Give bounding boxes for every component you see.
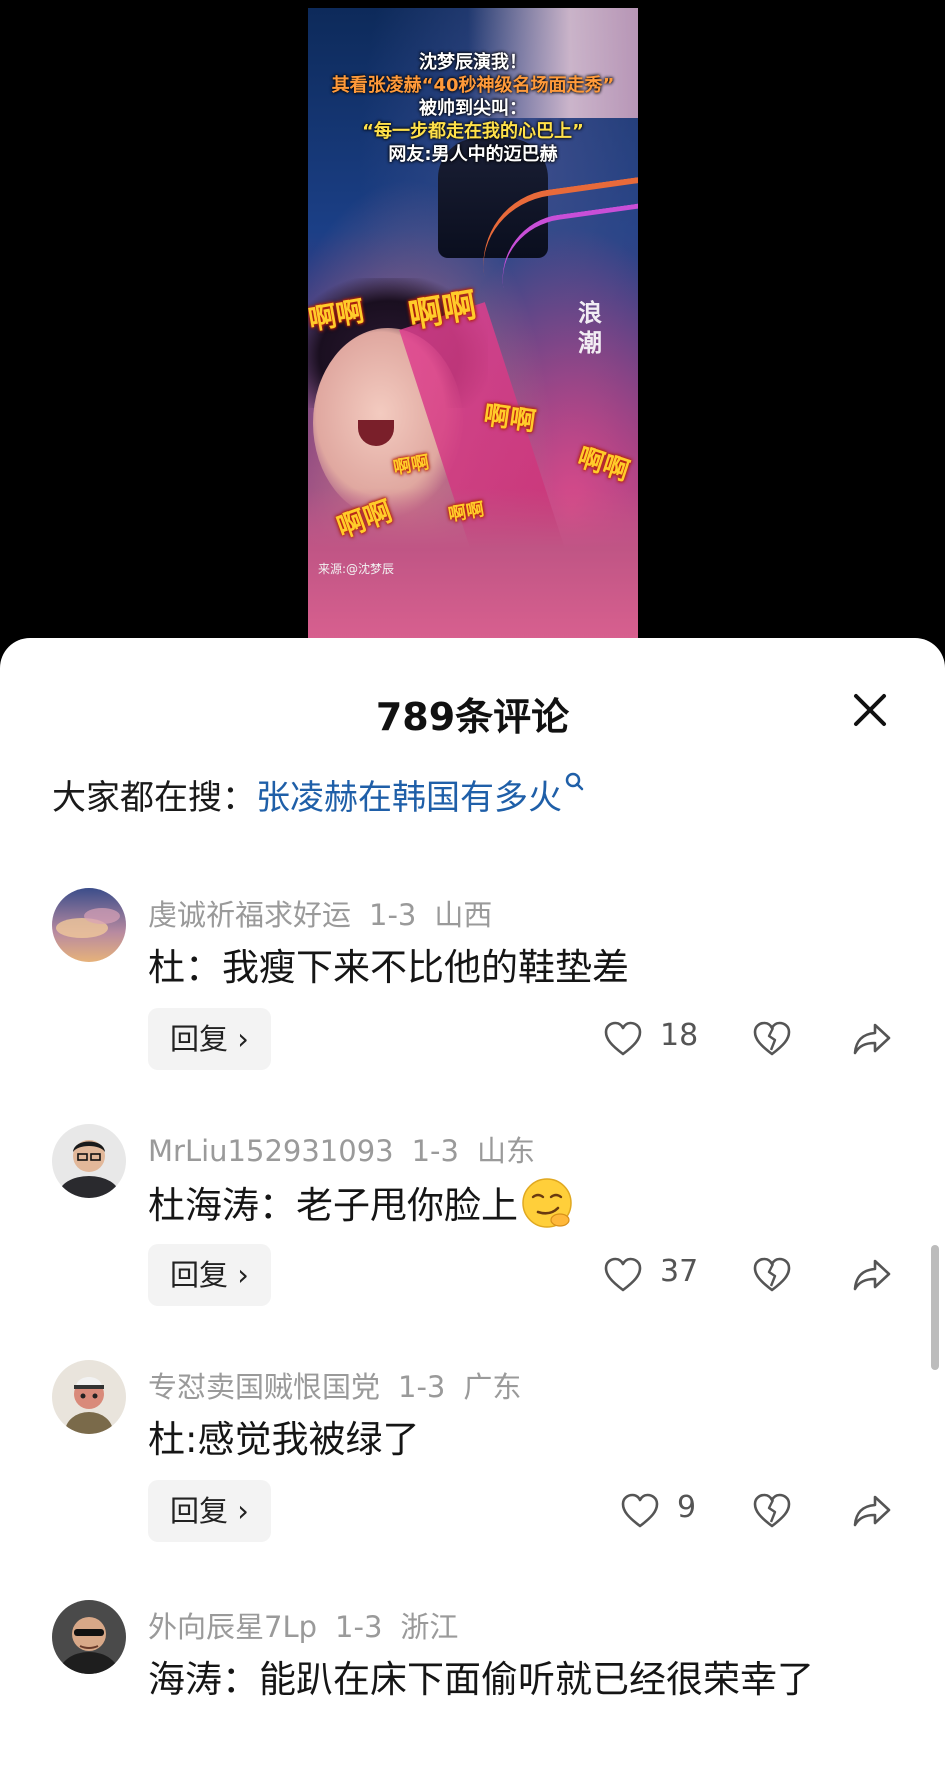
trending-search-link[interactable]: 张凌赫在韩国有多火 [256, 778, 562, 818]
broken-heart-icon[interactable] [752, 1020, 792, 1058]
comment-location: 广东 [463, 1370, 522, 1404]
comment-location: 山东 [476, 1134, 535, 1168]
video-caption-line: “每一步都走在我的心巴上” [362, 121, 584, 142]
heart-icon[interactable] [620, 1492, 660, 1530]
heart-icon[interactable] [603, 1020, 643, 1058]
comment-meta: 专怼卖国贼恨国党 1-3 广东 [148, 1364, 539, 1406]
video-sfx-text: 啊啊 [481, 400, 538, 438]
video-source-label: 来源:@沈梦辰 [318, 562, 395, 576]
video-player[interactable]: 沈梦辰演我！ 其看张凌赫“40秒神级名场面走秀” 被帅到尖叫： “每一步都走在我… [308, 8, 638, 640]
avatar[interactable] [52, 1124, 126, 1198]
comment-location: 浙江 [400, 1610, 459, 1644]
share-icon[interactable] [852, 1256, 892, 1294]
video-caption-line: 被帅到尖叫： [419, 98, 527, 119]
reply-button[interactable]: 回复 › [148, 1480, 271, 1542]
like-count: 18 [660, 1018, 699, 1053]
like-count: 9 [677, 1490, 697, 1525]
comment-actions: 回复 › 18 [0, 1008, 945, 1072]
comment-text: 杜海涛：老子甩你脸上 [148, 1176, 888, 1234]
comment-username[interactable]: 虔诚祈福求好运 [148, 898, 351, 932]
comment-date: 1-3 [335, 1610, 383, 1644]
trending-search-row: 大家都在搜：张凌赫在韩国有多火 [52, 770, 584, 819]
heart-icon[interactable] [603, 1256, 643, 1294]
comment-meta: 外向辰星7Lp 1-3 浙江 [148, 1604, 476, 1646]
comment-username[interactable]: MrLiu152931093 [148, 1134, 394, 1168]
like-count: 37 [660, 1254, 699, 1289]
comment-username[interactable]: 专怼卖国贼恨国党 [148, 1370, 380, 1404]
comments-sheet: 789条评论 大家都在搜：张凌赫在韩国有多火 虔诚祈福求好运 1-3 山西 杜：我瘦… [0, 638, 945, 1784]
comment-location: 山西 [434, 898, 493, 932]
comments-count-title: 789条评论 [375, 695, 570, 739]
share-icon[interactable] [852, 1020, 892, 1058]
comment-text: 海涛：能趴在床下面偷听就已经很荣幸了 [148, 1658, 814, 1701]
scrollbar[interactable] [931, 1245, 939, 1370]
share-icon[interactable] [852, 1492, 892, 1530]
broken-heart-icon[interactable] [752, 1492, 792, 1530]
comment-text-content: 杜海涛：老子甩你脸上 [148, 1184, 518, 1227]
comment-username[interactable]: 外向辰星7Lp [148, 1610, 317, 1644]
avatar[interactable] [52, 1600, 126, 1674]
comment-date: 1-3 [398, 1370, 446, 1404]
broken-heart-icon[interactable] [752, 1256, 792, 1294]
trending-search-label: 大家都在搜： [52, 778, 256, 818]
avatar[interactable] [52, 888, 126, 962]
comment-text: 杜:感觉我被绿了 [148, 1418, 420, 1461]
comment-meta: 虔诚祈福求好运 1-3 山西 [148, 892, 510, 934]
video-caption-line: 网友:男人中的迈巴赫 [388, 144, 558, 165]
avatar[interactable] [52, 1360, 126, 1434]
video-caption-line: 沈梦辰演我！ [419, 52, 527, 73]
comment-actions: 回复 › 9 [0, 1480, 945, 1544]
reply-button[interactable]: 回复 › [148, 1008, 271, 1070]
search-icon[interactable] [564, 770, 584, 800]
comment-text: 杜：我瘦下来不比他的鞋垫差 [148, 946, 629, 989]
comment-date: 1-3 [369, 898, 417, 932]
video-sfx-text: 啊啊 [573, 442, 633, 488]
smirk-face-emoji-icon [520, 1176, 574, 1230]
comment-meta: MrLiu152931093 1-3 山东 [148, 1128, 553, 1170]
video-caption-line: 其看张凌赫“40秒神级名场面走秀” [331, 75, 615, 96]
comment-date: 1-3 [411, 1134, 459, 1168]
video-watermark: 浪 潮 [578, 298, 602, 357]
close-icon[interactable] [850, 690, 890, 730]
comment-actions: 回复 › 37 [0, 1244, 945, 1308]
reply-button[interactable]: 回复 › [148, 1244, 271, 1306]
